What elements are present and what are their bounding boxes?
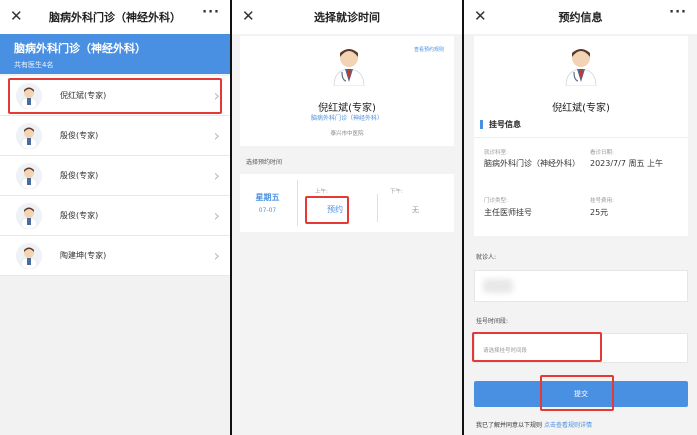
dept-value: 脑病外科门诊（神经外科） xyxy=(484,159,580,168)
section-label: 选择预约时间 xyxy=(246,159,283,166)
am-label: 上午: xyxy=(315,189,328,195)
doctor-avatar-icon xyxy=(16,202,42,229)
doctor-row[interactable]: 陶建坤(专家) › xyxy=(0,236,230,276)
doctor-name: 殷俊(专家) xyxy=(60,131,99,140)
divider xyxy=(474,137,688,138)
screen-select-time: ✕ 选择就诊时间 查看预约规则 倪红斌(专家) 脑病外科门诊（神经外科） 泰兴市… xyxy=(232,0,462,435)
page-title: 选择就诊时间 xyxy=(314,11,380,24)
doctor-avatar-icon xyxy=(330,42,368,87)
date-label: 07-07 xyxy=(258,207,277,214)
pm-value: 无 xyxy=(412,206,419,214)
rules-link[interactable]: 查看预约规则 xyxy=(414,46,444,53)
nav-bar: ✕ 选择就诊时间 xyxy=(232,0,462,34)
dept-name: 脑病外科门诊（神经外科） xyxy=(14,42,146,55)
type-label: 门诊类型: xyxy=(484,198,508,204)
divider xyxy=(377,194,378,222)
chevron-right-icon: › xyxy=(213,246,220,265)
more-icon[interactable]: ··· xyxy=(202,5,220,20)
doctor-row[interactable]: 殷俊(专家) › xyxy=(0,196,230,236)
doctor-name: 殷俊(专家) xyxy=(60,211,99,220)
doctor-avatar-icon xyxy=(562,42,600,87)
close-icon[interactable]: ✕ xyxy=(474,7,490,25)
doctor-avatar-icon xyxy=(16,242,42,269)
dept-label: 就诊科室: xyxy=(484,150,508,156)
slot-day[interactable]: 星期五 07-07 xyxy=(240,174,295,232)
close-icon[interactable]: ✕ xyxy=(10,7,26,25)
doctor-name: 倪红斌(专家) xyxy=(318,103,376,114)
chevron-right-icon: › xyxy=(213,166,220,185)
doctor-avatar-icon xyxy=(16,122,42,149)
patient-name-redacted xyxy=(483,279,513,293)
pm-label: 下午: xyxy=(390,189,403,195)
highlight-box xyxy=(540,375,614,411)
timeslot-label: 挂号时间段: xyxy=(476,318,509,325)
booking-info-card: 倪红斌(专家) 挂号信息 就诊科室: 脑病外科门诊（神经外科） 看诊日期: 20… xyxy=(474,36,688,236)
fee-value: 25元 xyxy=(590,208,609,217)
doctor-count: 共有医生4名 xyxy=(14,61,54,69)
agreement-text: 我已了解并同意以下规则 xyxy=(476,422,543,429)
doctor-name: 陶建坤(专家) xyxy=(60,251,107,260)
screen-doctor-list: ✕ 脑病外科门诊（神经外科） ··· 脑病外科门诊（神经外科） 共有医生4名 倪… xyxy=(0,0,230,435)
doctor-row[interactable]: 殷俊(专家) › xyxy=(0,156,230,196)
page-title: 脑病外科门诊（神经外科） xyxy=(49,11,181,24)
doctor-name: 殷俊(专家) xyxy=(60,171,99,180)
screen-booking-info: ✕ 预约信息 ··· 倪红斌(专家) 挂号信息 就诊科室: 脑病外科门诊（神经外… xyxy=(464,0,697,435)
page-title: 预约信息 xyxy=(558,11,603,24)
doctor-row[interactable]: 殷俊(专家) › xyxy=(0,116,230,156)
doctor-avatar-icon xyxy=(16,162,42,189)
section-title: 挂号信息 xyxy=(480,120,521,129)
nav-bar: ✕ 预约信息 ··· xyxy=(464,0,697,34)
date-value: 2023/7/7 周五 上午 xyxy=(590,159,664,168)
divider xyxy=(297,180,298,226)
doctor-name: 倪红斌(专家) xyxy=(552,103,610,114)
close-icon[interactable]: ✕ xyxy=(242,7,258,25)
chevron-right-icon: › xyxy=(213,206,220,225)
rules-detail-link[interactable]: 点击查看规则详情 xyxy=(544,422,592,429)
hospital-name: 泰兴市中医院 xyxy=(330,131,364,137)
fee-label: 挂号费用: xyxy=(590,198,614,204)
chevron-right-icon: › xyxy=(213,126,220,145)
patient-field[interactable] xyxy=(474,270,688,302)
patient-label: 就诊人: xyxy=(476,254,497,261)
highlight-box xyxy=(8,78,222,114)
doctor-card: 查看预约规则 倪红斌(专家) 脑病外科门诊（神经外科） 泰兴市中医院 xyxy=(240,36,454,146)
doctor-dept: 脑病外科门诊（神经外科） xyxy=(310,115,383,122)
more-icon[interactable]: ··· xyxy=(669,5,687,20)
weekday-label: 星期五 xyxy=(255,193,280,202)
dept-header: 脑病外科门诊（神经外科） 共有医生4名 xyxy=(0,34,230,74)
highlight-box xyxy=(472,332,602,362)
highlight-box xyxy=(305,196,349,224)
agreement-note: 我已了解并同意以下规则 点击查看规则详情 xyxy=(476,420,592,429)
nav-bar: ✕ 脑病外科门诊（神经外科） ··· xyxy=(0,0,230,34)
date-label: 看诊日期: xyxy=(590,150,614,156)
type-value: 主任医师挂号 xyxy=(484,208,532,217)
